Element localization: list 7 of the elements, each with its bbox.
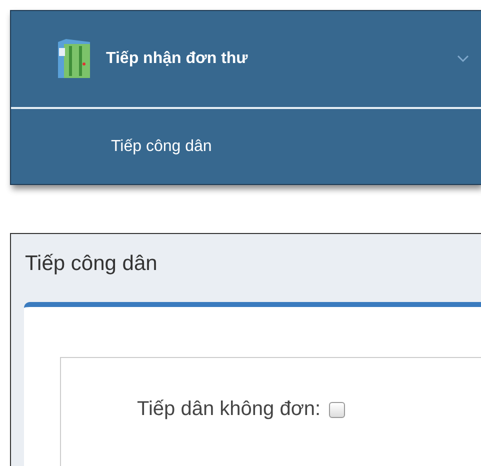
menu-header[interactable]: Tiếp nhận đơn thư	[11, 11, 481, 109]
menu-title: Tiếp nhận đơn thư	[106, 50, 249, 68]
page-title: Tiếp công dân	[24, 251, 158, 277]
field-label: Tiếp dân không đơn:	[137, 398, 321, 421]
checkbox[interactable]	[328, 402, 345, 418]
chevron-icon	[457, 55, 469, 63]
menu-item[interactable]: Tiếp công dân	[11, 109, 481, 184]
